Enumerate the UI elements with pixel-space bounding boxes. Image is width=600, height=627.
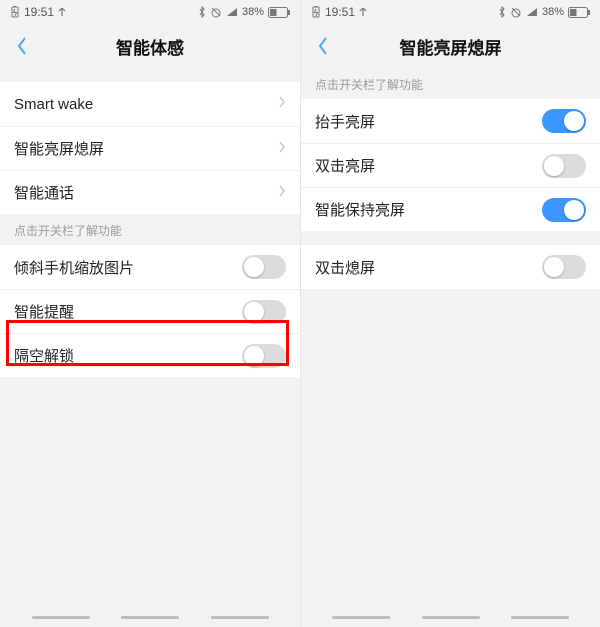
alarm-off-icon	[210, 6, 222, 18]
toggle-list-1: 抬手亮屏 双击亮屏 智能保持亮屏	[301, 99, 600, 231]
nav-segment	[332, 616, 390, 619]
chevron-right-icon	[278, 184, 286, 202]
status-bar: 19:51 38%	[301, 0, 600, 24]
row-label: 智能提醒	[14, 301, 242, 322]
row-label: 倾斜手机缩放图片	[14, 257, 242, 278]
toggle-tilt-zoom[interactable]	[242, 255, 286, 279]
bluetooth-icon	[198, 6, 206, 18]
row-label: 隔空解锁	[14, 345, 242, 366]
page-title: 智能亮屏熄屏	[301, 34, 600, 59]
status-bar: 19:51 38%	[0, 0, 300, 24]
toggle-raise-to-wake[interactable]	[542, 109, 586, 133]
battery-charging-icon	[311, 6, 321, 18]
row-air-unlock[interactable]: 隔空解锁	[0, 333, 300, 377]
phone-left: 19:51 38% 智能体感 Smart wake 智能亮屏熄屏 智能通话	[0, 0, 300, 627]
signal-icon	[226, 7, 238, 17]
nav-segment	[121, 616, 179, 619]
status-time: 19:51	[24, 5, 54, 19]
toggle-list: 倾斜手机缩放图片 智能提醒 隔空解锁	[0, 245, 300, 377]
row-tilt-zoom[interactable]: 倾斜手机缩放图片	[0, 245, 300, 289]
row-double-tap-wake[interactable]: 双击亮屏	[301, 143, 600, 187]
battery-icon	[268, 7, 290, 18]
battery-percent: 38%	[542, 6, 564, 18]
row-smart-screen[interactable]: 智能亮屏熄屏	[0, 126, 300, 170]
row-smart-wake[interactable]: Smart wake	[0, 82, 300, 126]
header: 智能亮屏熄屏	[301, 24, 600, 68]
toggle-keep-screen-on[interactable]	[542, 198, 586, 222]
battery-charging-icon	[10, 6, 20, 18]
upload-icon	[58, 7, 66, 17]
nav-list: Smart wake 智能亮屏熄屏 智能通话	[0, 82, 300, 214]
battery-icon	[568, 7, 590, 18]
back-button[interactable]	[301, 24, 345, 68]
toggle-double-tap-wake[interactable]	[542, 154, 586, 178]
row-label: 双击亮屏	[315, 155, 542, 176]
alarm-off-icon	[510, 6, 522, 18]
row-label: 双击熄屏	[315, 257, 542, 278]
status-time: 19:51	[325, 5, 355, 19]
nav-segment	[511, 616, 569, 619]
row-label: 智能通话	[14, 182, 278, 203]
toggle-air-unlock[interactable]	[242, 344, 286, 368]
row-smart-call[interactable]: 智能通话	[0, 170, 300, 214]
row-raise-to-wake[interactable]: 抬手亮屏	[301, 99, 600, 143]
back-button[interactable]	[0, 24, 44, 68]
page-title: 智能体感	[0, 34, 300, 59]
section-header: 点击开关栏了解功能	[0, 214, 300, 245]
chevron-left-icon	[16, 36, 28, 56]
nav-indicator	[301, 616, 600, 619]
row-label: 抬手亮屏	[315, 111, 542, 132]
chevron-right-icon	[278, 140, 286, 158]
phone-right: 19:51 38% 智能亮屏熄屏 点击开关栏了解功能 抬手亮屏 双击亮屏 智能保…	[300, 0, 600, 627]
nav-indicator	[0, 616, 300, 619]
nav-segment	[32, 616, 90, 619]
bluetooth-icon	[498, 6, 506, 18]
toggle-smart-remind[interactable]	[242, 300, 286, 324]
toggle-double-tap-sleep[interactable]	[542, 255, 586, 279]
row-double-tap-sleep[interactable]: 双击熄屏	[301, 245, 600, 289]
signal-icon	[526, 7, 538, 17]
row-label: Smart wake	[14, 96, 278, 113]
row-smart-remind[interactable]: 智能提醒	[0, 289, 300, 333]
header: 智能体感	[0, 24, 300, 68]
row-label: 智能亮屏熄屏	[14, 138, 278, 159]
row-keep-screen-on[interactable]: 智能保持亮屏	[301, 187, 600, 231]
chevron-left-icon	[317, 36, 329, 56]
toggle-list-2: 双击熄屏	[301, 245, 600, 289]
nav-segment	[211, 616, 269, 619]
upload-icon	[359, 7, 367, 17]
row-label: 智能保持亮屏	[315, 199, 542, 220]
chevron-right-icon	[278, 95, 286, 113]
nav-segment	[422, 616, 480, 619]
section-header: 点击开关栏了解功能	[301, 68, 600, 99]
battery-percent: 38%	[242, 6, 264, 18]
